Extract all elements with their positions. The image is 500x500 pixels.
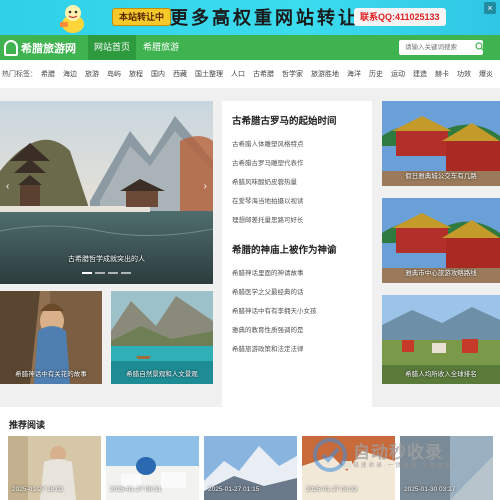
article-link[interactable]: 古希腊古罗马雕塑代表作 [232, 154, 362, 173]
slider-next-arrow[interactable]: › [204, 181, 207, 192]
post-date: 2025-01-27 18:02 [12, 486, 64, 493]
article-link[interactable]: 在爱琴海当地拍摄以视读 [232, 192, 362, 211]
ad-headline: 更多高权重网站转让 [170, 8, 359, 28]
site-logo-text: 希腊旅游网 [21, 42, 76, 55]
hot-tag[interactable]: 岛屿 [107, 69, 121, 79]
hot-tag[interactable]: 人口 [231, 69, 245, 79]
article-link[interactable]: 希腊医学之父最经典的话 [232, 283, 362, 302]
article-link[interactable]: 希腊旅游政策和法定法律 [232, 340, 362, 359]
slider-dots [0, 272, 213, 274]
article-link[interactable]: 希腊神话里面的神请故事 [232, 264, 362, 283]
card-caption: 假日雅典城公交车有几路 [405, 173, 477, 180]
recommended-card[interactable]: 2025-01-27 18:02 [8, 436, 101, 500]
hot-tag[interactable]: 西藏 [173, 69, 187, 79]
header-nav: 希腊旅游网 网站首页 希腊旅游 [0, 35, 500, 60]
hot-tag[interactable]: 旅程 [129, 69, 143, 79]
slider-dot[interactable] [82, 272, 92, 274]
article-link[interactable]: 希腊风味酸奶皮蓉热量 [232, 173, 362, 192]
watermark-subtext: 极 速 收 录 · 一 键 收 录 · 全 网 收 录 [353, 463, 451, 469]
photo-card[interactable]: 希腊自然景观和人文景观 [111, 291, 213, 384]
slider-dot[interactable] [95, 272, 105, 274]
page: 本站转让中 更多高权重网站转让 联系QQ:411025133 × 希腊旅游网 网… [0, 0, 500, 500]
tab-home[interactable]: 网站首页 [88, 35, 136, 60]
watermark: 自动秒收录 极 速 收 录 · 一 键 收 录 · 全 网 收 录 [313, 438, 493, 488]
article-headline[interactable]: 古希腊古罗马的起始时间 [232, 113, 362, 127]
featured-slider[interactable]: ‹ › 古希腊哲学成就突出的人 [0, 101, 213, 284]
post-date: 2025-01-27 08:31 [110, 486, 162, 493]
hot-tag[interactable]: 历史 [369, 69, 383, 79]
hot-tag[interactable]: 希腊 [41, 69, 55, 79]
tab-greece-travel[interactable]: 希腊旅游 [137, 35, 185, 60]
hot-tag[interactable]: 旅游胜地 [311, 69, 339, 79]
card-caption: 雅典市中心旅游攻略路线 [405, 270, 477, 277]
photo-card[interactable]: 希腊人均所收入全球排名 [382, 295, 500, 384]
mascot-icon [60, 5, 84, 33]
hot-tag[interactable]: 海洋 [347, 69, 361, 79]
slider-prev-arrow[interactable]: ‹ [6, 181, 9, 192]
search-button[interactable] [473, 40, 487, 55]
slider-caption[interactable]: 古希腊哲学成就突出的人 [0, 254, 213, 264]
post-date: 2025-01-27 01:15 [208, 486, 260, 493]
hot-tag[interactable]: 运动 [391, 69, 405, 79]
hot-tags-bar: 热门标签： 希腊 海边 旅游 岛屿 旅程 国内 西藏 国土整理 人口 古希腊 哲… [0, 60, 500, 88]
article-link[interactable]: 希腊神话中有有李拥天小女孩 [232, 302, 362, 321]
section-title: 推荐阅读 [9, 420, 46, 430]
card-caption: 希腊自然景观和人文景观 [126, 371, 198, 378]
article-link[interactable]: 雅典的教育性质强调的是 [232, 321, 362, 340]
hot-tag[interactable]: 海边 [63, 69, 77, 79]
hot-tags-label: 热门标签： [2, 71, 37, 78]
article-headline[interactable]: 希腊的神庙上被作为神谕 [232, 242, 362, 256]
card-caption: 希腊神话中有关花的故事 [15, 371, 87, 378]
watermark-logo-icon [313, 438, 347, 472]
search-icon [475, 42, 485, 52]
photo-card[interactable]: 假日雅典城公交车有几路 [382, 101, 500, 186]
photo-card[interactable]: 希腊神话中有关花的故事 [0, 291, 102, 384]
logo-icon [4, 39, 18, 56]
hot-tag[interactable]: 赫卡 [435, 69, 449, 79]
hot-tag[interactable]: 国内 [151, 69, 165, 79]
site-logo[interactable]: 希腊旅游网 [4, 38, 76, 57]
hot-tag[interactable]: 功效 [457, 69, 471, 79]
article-link[interactable]: 理想邮差托量思路可好长 [232, 211, 362, 230]
recommended-card[interactable]: 2025-01-27 08:31 [106, 436, 199, 500]
ad-contact-qq[interactable]: 联系QQ:411025133 [354, 8, 446, 26]
photo-card[interactable]: 雅典市中心旅游攻略路线 [382, 198, 500, 283]
ad-close-button[interactable]: × [484, 2, 496, 14]
hot-tag[interactable]: 建造 [413, 69, 427, 79]
article-link[interactable]: 古希腊人体雕塑风格特点 [232, 135, 362, 154]
ad-tag: 本站转让中 [112, 8, 172, 26]
slider-dot[interactable] [121, 272, 131, 274]
hot-tag[interactable]: 爆炎 [479, 69, 493, 79]
hot-tag[interactable]: 哲学家 [282, 69, 303, 79]
slider-dot[interactable] [108, 272, 118, 274]
hot-tag[interactable]: 古希腊 [253, 69, 274, 79]
hot-tag[interactable]: 旅游 [85, 69, 99, 79]
card-caption: 希腊人均所收入全球排名 [405, 371, 477, 378]
ad-banner[interactable]: 本站转让中 更多高权重网站转让 联系QQ:411025133 × [0, 0, 500, 35]
hot-tag[interactable]: 国土整理 [195, 69, 223, 79]
recommended-card[interactable]: 2025-01-27 01:15 [204, 436, 297, 500]
search-input[interactable] [399, 40, 483, 55]
